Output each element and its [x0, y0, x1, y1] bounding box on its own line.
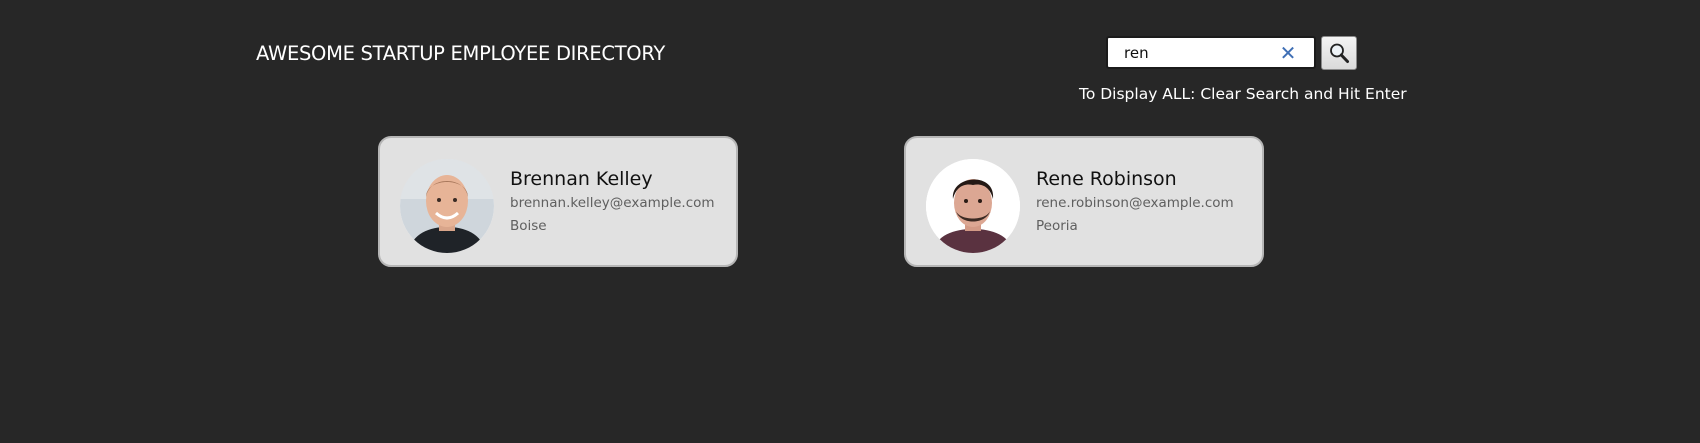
employee-city: Peoria [1036, 218, 1078, 234]
employee-name: Rene Robinson [1036, 168, 1177, 190]
employee-city: Boise [510, 218, 547, 234]
employee-directory-page: AWESOME STARTUP EMPLOYEE DIRECTORY ✕ To … [0, 0, 1700, 443]
employee-card[interactable]: Brennan Kelley brennan.kelley@example.co… [378, 136, 738, 267]
employee-email: rene.robinson@example.com [1036, 195, 1234, 211]
employee-email: brennan.kelley@example.com [510, 195, 715, 211]
avatar [926, 159, 1020, 253]
avatar [400, 159, 494, 253]
close-icon[interactable]: ✕ [1278, 43, 1298, 63]
avatar-photo [400, 159, 494, 253]
search-icon [1330, 43, 1349, 63]
avatar-photo [926, 159, 1020, 253]
employee-card[interactable]: Rene Robinson rene.robinson@example.com … [904, 136, 1264, 267]
search-button[interactable] [1321, 36, 1357, 70]
employee-name: Brennan Kelley [510, 168, 653, 190]
search-hint: To Display ALL: Clear Search and Hit Ent… [1079, 85, 1407, 103]
page-title: AWESOME STARTUP EMPLOYEE DIRECTORY [256, 42, 665, 65]
